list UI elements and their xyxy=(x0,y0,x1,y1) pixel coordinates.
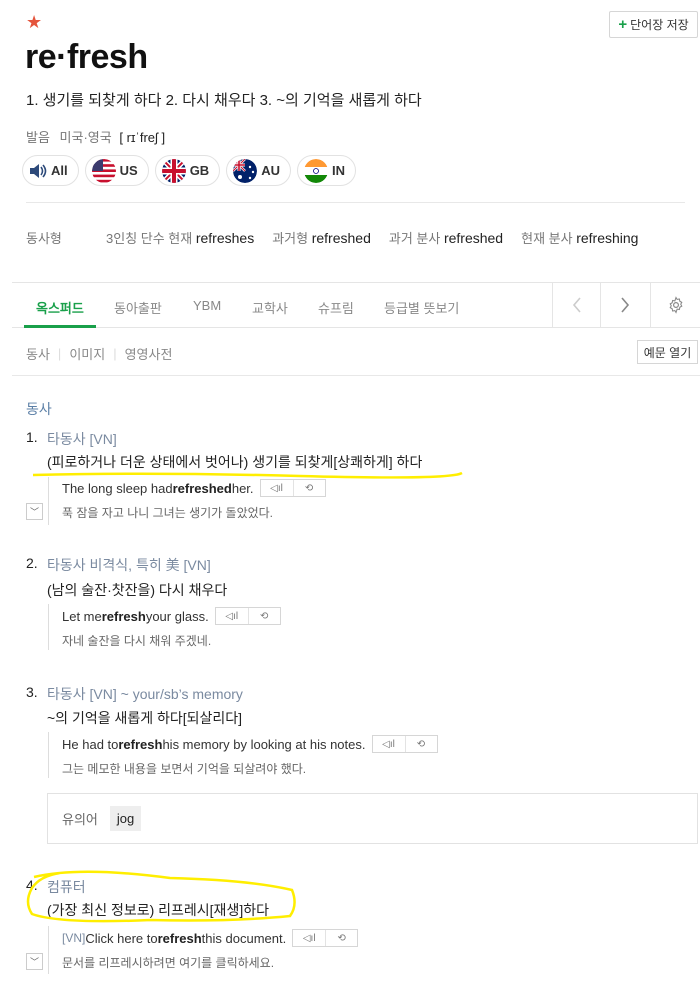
verb-forms-label: 동사형 xyxy=(26,231,62,246)
tab-ybm[interactable]: YBM xyxy=(193,298,221,313)
sense-grammar: 타동사 [VN] xyxy=(47,431,117,447)
filter-english-english[interactable]: 영영사전 xyxy=(125,344,173,363)
sense-number: 2. xyxy=(26,555,38,571)
headword: re·fresh xyxy=(25,38,148,76)
tab-kyohak[interactable]: 교학사 xyxy=(252,298,288,317)
example-translation: 문서를 리프레시하려면 여기를 클릭하세요. xyxy=(62,956,275,970)
example-bar xyxy=(48,732,49,778)
synonym-box: 유의어 jog xyxy=(47,793,698,844)
save-button-label: 단어장 저장 xyxy=(630,18,689,32)
audio-in-button[interactable]: IN xyxy=(296,155,356,186)
chevron-left-icon xyxy=(572,297,581,313)
synonym-link[interactable]: jog xyxy=(109,806,142,831)
audio-all-button[interactable]: All xyxy=(22,155,79,186)
tab-donga[interactable]: 동아출판 xyxy=(114,298,162,317)
audio-label: IN xyxy=(331,163,345,178)
audio-gb-button[interactable]: GB xyxy=(154,155,221,186)
gear-icon xyxy=(669,296,682,314)
sense-definition: ~의 기억을 새롭게 하다[되살리다] xyxy=(47,710,243,726)
audio-au-button[interactable]: AU xyxy=(226,155,291,186)
play-audio-button[interactable]: ◁ıl xyxy=(293,930,325,946)
sense-definition: (피로하거나 더운 상태에서 벗어나) 생기를 되찾게[상쾌하게] 하다 xyxy=(47,454,423,470)
audio-label: AU xyxy=(261,163,280,178)
repeat-audio-button[interactable]: ⟲ xyxy=(247,608,280,624)
repeat-audio-button[interactable]: ⟲ xyxy=(292,480,325,496)
save-to-wordbook-button[interactable]: + 단어장 저장 xyxy=(609,11,698,38)
speaker-icon xyxy=(30,163,47,178)
settings-button[interactable] xyxy=(650,283,700,327)
example-sentence: Let me refresh your glass. ◁ıl ⟲ xyxy=(62,607,281,625)
example-sentence: [VN] Click here to refresh this document… xyxy=(62,929,359,947)
example-audio-controls: ◁ıl ⟲ xyxy=(214,607,281,625)
separator: | xyxy=(57,346,62,361)
example-audio-controls: ◁ıl ⟲ xyxy=(259,479,326,497)
filter-image[interactable]: 이미지 xyxy=(69,344,105,363)
example-translation: 자네 술잔을 다시 채워 주겠네. xyxy=(62,634,212,648)
part-of-speech: 동사 xyxy=(26,401,52,417)
verb-form-item: 과거형 refreshed xyxy=(272,230,371,246)
verb-form-item: 현재 분사 refreshing xyxy=(521,230,639,246)
separator: | xyxy=(113,346,117,361)
example-bar xyxy=(48,477,49,525)
meaning-summary: 1. 생기를 되찾게 하다 2. 다시 채우다 3. ~의 기억을 새롭게 하다 xyxy=(26,92,422,109)
verb-forms: 동사형 3인칭 단수 현재 refreshes 과거형 refreshed 과거… xyxy=(26,228,656,247)
sense-grammar: 컴퓨터 xyxy=(47,879,86,895)
sense-number: 4. xyxy=(26,877,38,893)
sense-number: 1. xyxy=(26,429,38,445)
play-audio-button[interactable]: ◁ıl xyxy=(261,480,293,496)
divider xyxy=(26,202,685,203)
audio-us-button[interactable]: US xyxy=(84,155,149,186)
sense-definition: (남의 술잔·찻잔을) 다시 채우다 xyxy=(47,582,228,598)
play-audio-button[interactable]: ◁ıl xyxy=(373,736,405,752)
example-translation: 그는 메모한 내용을 보면서 기억을 되살려야 했다. xyxy=(62,762,307,776)
tab-oxford[interactable]: 옥스퍼드 xyxy=(36,298,84,317)
verb-form-item: 3인칭 단수 현재 refreshes xyxy=(106,230,255,246)
prev-tab-button[interactable] xyxy=(552,283,600,327)
filter-links: 동사 | 이미지 | 영영사전 xyxy=(26,344,172,363)
divider xyxy=(12,375,700,376)
pron-region: 미국·영국 xyxy=(59,130,112,145)
audio-label: All xyxy=(51,163,68,178)
gb-flag-icon xyxy=(161,158,186,183)
filter-verb[interactable]: 동사 xyxy=(26,344,50,363)
repeat-audio-button[interactable]: ⟲ xyxy=(325,930,357,946)
synonym-label: 유의어 xyxy=(62,812,98,827)
tab-level-meanings[interactable]: 등급별 뜻보기 xyxy=(384,298,459,317)
repeat-audio-button[interactable]: ⟲ xyxy=(404,736,437,752)
sense-definition: (가장 최신 정보로) 리프레시[재생]하다 xyxy=(47,902,269,918)
au-flag-icon xyxy=(233,158,258,183)
example-audio-controls: ◁ıl ⟲ xyxy=(292,929,359,947)
open-examples-button[interactable]: 예문 열기 xyxy=(637,340,698,364)
expand-toggle-button[interactable]: ﹀ xyxy=(26,953,43,970)
chevron-right-icon xyxy=(620,297,629,313)
example-audio-controls: ◁ıl ⟲ xyxy=(371,735,438,753)
favorite-star-icon[interactable]: ★ xyxy=(26,12,42,33)
tab-supreme[interactable]: 슈프림 xyxy=(318,298,354,317)
pron-ipa: [ rɪˈfreʃ ] xyxy=(119,130,166,145)
pron-label: 발음 xyxy=(26,130,50,145)
us-flag-icon xyxy=(91,158,116,183)
audio-label: US xyxy=(119,163,138,178)
example-bar xyxy=(48,926,49,974)
example-translation: 푹 잠을 자고 나니 그녀는 생기가 돌았었다. xyxy=(62,506,274,520)
pronunciation: 발음 미국·영국 [ rɪˈfreʃ ] xyxy=(26,127,165,146)
example-sentence: The long sleep had refreshed her. ◁ıl ⟲ xyxy=(62,479,326,497)
audio-buttons: All US GB AU IN xyxy=(22,155,356,186)
active-tab-indicator xyxy=(24,325,96,328)
next-tab-button[interactable] xyxy=(600,283,648,327)
sense-grammar: 타동사 [VN] ~ your/sb’s memory xyxy=(47,686,243,702)
sense-grammar: 타동사 비격식, 특히 美 [VN] xyxy=(47,557,211,573)
audio-label: GB xyxy=(189,163,210,178)
dictionary-tabs: 옥스퍼드 동아출판 YBM 교학사 슈프림 등급별 뜻보기 xyxy=(12,282,700,328)
verb-form-item: 과거 분사 refreshed xyxy=(388,230,504,246)
sense-number: 3. xyxy=(26,684,38,700)
plus-icon: + xyxy=(618,16,628,33)
in-flag-icon xyxy=(303,158,328,183)
play-audio-button[interactable]: ◁ıl xyxy=(216,608,248,624)
example-bar xyxy=(48,604,49,650)
expand-toggle-button[interactable]: ﹀ xyxy=(26,503,43,520)
example-sentence: He had to refresh his memory by looking … xyxy=(62,735,438,753)
